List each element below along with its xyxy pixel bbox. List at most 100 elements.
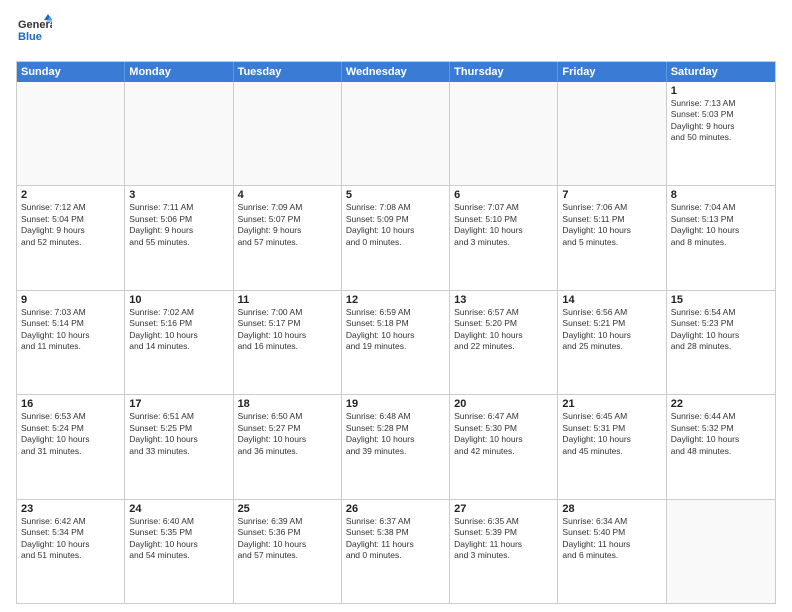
day-info: Sunrise: 6:42 AM Sunset: 5:34 PM Dayligh… — [21, 516, 120, 562]
day-info: Sunrise: 7:08 AM Sunset: 5:09 PM Dayligh… — [346, 202, 445, 248]
day-cell-19: 19Sunrise: 6:48 AM Sunset: 5:28 PM Dayli… — [342, 395, 450, 498]
day-number: 16 — [21, 398, 120, 410]
day-number: 20 — [454, 398, 553, 410]
day-info: Sunrise: 6:48 AM Sunset: 5:28 PM Dayligh… — [346, 411, 445, 457]
empty-cell — [125, 82, 233, 185]
day-info: Sunrise: 6:45 AM Sunset: 5:31 PM Dayligh… — [562, 411, 661, 457]
day-header-wednesday: Wednesday — [342, 62, 450, 82]
day-info: Sunrise: 6:47 AM Sunset: 5:30 PM Dayligh… — [454, 411, 553, 457]
calendar-header-row: SundayMondayTuesdayWednesdayThursdayFrid… — [17, 62, 775, 82]
day-info: Sunrise: 6:57 AM Sunset: 5:20 PM Dayligh… — [454, 307, 553, 353]
calendar-week-2: 2Sunrise: 7:12 AM Sunset: 5:04 PM Daylig… — [17, 186, 775, 290]
calendar-week-4: 16Sunrise: 6:53 AM Sunset: 5:24 PM Dayli… — [17, 395, 775, 499]
day-header-tuesday: Tuesday — [234, 62, 342, 82]
day-cell-10: 10Sunrise: 7:02 AM Sunset: 5:16 PM Dayli… — [125, 291, 233, 394]
day-cell-8: 8Sunrise: 7:04 AM Sunset: 5:13 PM Daylig… — [667, 186, 775, 289]
day-number: 25 — [238, 503, 337, 515]
day-number: 6 — [454, 189, 553, 201]
day-number: 22 — [671, 398, 771, 410]
day-header-monday: Monday — [125, 62, 233, 82]
day-header-friday: Friday — [558, 62, 666, 82]
day-cell-20: 20Sunrise: 6:47 AM Sunset: 5:30 PM Dayli… — [450, 395, 558, 498]
page: General Blue SundayMondayTuesdayWednesda… — [0, 0, 792, 612]
day-info: Sunrise: 7:04 AM Sunset: 5:13 PM Dayligh… — [671, 202, 771, 248]
day-cell-28: 28Sunrise: 6:34 AM Sunset: 5:40 PM Dayli… — [558, 500, 666, 603]
empty-cell — [342, 82, 450, 185]
svg-text:Blue: Blue — [18, 31, 42, 43]
day-cell-24: 24Sunrise: 6:40 AM Sunset: 5:35 PM Dayli… — [125, 500, 233, 603]
day-cell-9: 9Sunrise: 7:03 AM Sunset: 5:14 PM Daylig… — [17, 291, 125, 394]
day-info: Sunrise: 6:35 AM Sunset: 5:39 PM Dayligh… — [454, 516, 553, 562]
day-info: Sunrise: 6:40 AM Sunset: 5:35 PM Dayligh… — [129, 516, 228, 562]
day-number: 27 — [454, 503, 553, 515]
day-cell-18: 18Sunrise: 6:50 AM Sunset: 5:27 PM Dayli… — [234, 395, 342, 498]
day-number: 14 — [562, 294, 661, 306]
day-info: Sunrise: 6:51 AM Sunset: 5:25 PM Dayligh… — [129, 411, 228, 457]
day-info: Sunrise: 7:03 AM Sunset: 5:14 PM Dayligh… — [21, 307, 120, 353]
day-info: Sunrise: 6:54 AM Sunset: 5:23 PM Dayligh… — [671, 307, 771, 353]
day-info: Sunrise: 6:50 AM Sunset: 5:27 PM Dayligh… — [238, 411, 337, 457]
day-number: 1 — [671, 85, 771, 97]
day-info: Sunrise: 7:09 AM Sunset: 5:07 PM Dayligh… — [238, 202, 337, 248]
day-header-thursday: Thursday — [450, 62, 558, 82]
day-header-sunday: Sunday — [17, 62, 125, 82]
empty-cell — [234, 82, 342, 185]
day-number: 15 — [671, 294, 771, 306]
day-number: 17 — [129, 398, 228, 410]
day-cell-5: 5Sunrise: 7:08 AM Sunset: 5:09 PM Daylig… — [342, 186, 450, 289]
day-info: Sunrise: 6:59 AM Sunset: 5:18 PM Dayligh… — [346, 307, 445, 353]
day-number: 13 — [454, 294, 553, 306]
day-cell-3: 3Sunrise: 7:11 AM Sunset: 5:06 PM Daylig… — [125, 186, 233, 289]
day-cell-7: 7Sunrise: 7:06 AM Sunset: 5:11 PM Daylig… — [558, 186, 666, 289]
day-cell-2: 2Sunrise: 7:12 AM Sunset: 5:04 PM Daylig… — [17, 186, 125, 289]
calendar-week-1: 1Sunrise: 7:13 AM Sunset: 5:03 PM Daylig… — [17, 82, 775, 186]
logo-icon: General Blue — [16, 12, 52, 48]
day-number: 5 — [346, 189, 445, 201]
calendar-week-3: 9Sunrise: 7:03 AM Sunset: 5:14 PM Daylig… — [17, 291, 775, 395]
day-info: Sunrise: 6:53 AM Sunset: 5:24 PM Dayligh… — [21, 411, 120, 457]
day-number: 8 — [671, 189, 771, 201]
day-info: Sunrise: 6:37 AM Sunset: 5:38 PM Dayligh… — [346, 516, 445, 562]
day-info: Sunrise: 7:12 AM Sunset: 5:04 PM Dayligh… — [21, 202, 120, 248]
day-info: Sunrise: 7:00 AM Sunset: 5:17 PM Dayligh… — [238, 307, 337, 353]
day-info: Sunrise: 7:07 AM Sunset: 5:10 PM Dayligh… — [454, 202, 553, 248]
day-number: 2 — [21, 189, 120, 201]
day-number: 10 — [129, 294, 228, 306]
day-cell-23: 23Sunrise: 6:42 AM Sunset: 5:34 PM Dayli… — [17, 500, 125, 603]
day-info: Sunrise: 7:13 AM Sunset: 5:03 PM Dayligh… — [671, 98, 771, 144]
day-cell-4: 4Sunrise: 7:09 AM Sunset: 5:07 PM Daylig… — [234, 186, 342, 289]
day-number: 3 — [129, 189, 228, 201]
day-info: Sunrise: 6:34 AM Sunset: 5:40 PM Dayligh… — [562, 516, 661, 562]
day-number: 12 — [346, 294, 445, 306]
day-cell-22: 22Sunrise: 6:44 AM Sunset: 5:32 PM Dayli… — [667, 395, 775, 498]
day-cell-14: 14Sunrise: 6:56 AM Sunset: 5:21 PM Dayli… — [558, 291, 666, 394]
day-cell-11: 11Sunrise: 7:00 AM Sunset: 5:17 PM Dayli… — [234, 291, 342, 394]
day-number: 28 — [562, 503, 661, 515]
day-info: Sunrise: 6:56 AM Sunset: 5:21 PM Dayligh… — [562, 307, 661, 353]
day-number: 24 — [129, 503, 228, 515]
day-number: 9 — [21, 294, 120, 306]
empty-cell — [667, 500, 775, 603]
day-cell-6: 6Sunrise: 7:07 AM Sunset: 5:10 PM Daylig… — [450, 186, 558, 289]
day-cell-15: 15Sunrise: 6:54 AM Sunset: 5:23 PM Dayli… — [667, 291, 775, 394]
empty-cell — [450, 82, 558, 185]
day-number: 18 — [238, 398, 337, 410]
day-cell-17: 17Sunrise: 6:51 AM Sunset: 5:25 PM Dayli… — [125, 395, 233, 498]
day-info: Sunrise: 7:06 AM Sunset: 5:11 PM Dayligh… — [562, 202, 661, 248]
day-header-saturday: Saturday — [667, 62, 775, 82]
day-cell-21: 21Sunrise: 6:45 AM Sunset: 5:31 PM Dayli… — [558, 395, 666, 498]
day-cell-26: 26Sunrise: 6:37 AM Sunset: 5:38 PM Dayli… — [342, 500, 450, 603]
day-number: 26 — [346, 503, 445, 515]
header: General Blue — [16, 12, 776, 53]
calendar-body: 1Sunrise: 7:13 AM Sunset: 5:03 PM Daylig… — [17, 82, 775, 603]
day-info: Sunrise: 7:02 AM Sunset: 5:16 PM Dayligh… — [129, 307, 228, 353]
day-number: 21 — [562, 398, 661, 410]
day-cell-13: 13Sunrise: 6:57 AM Sunset: 5:20 PM Dayli… — [450, 291, 558, 394]
day-number: 19 — [346, 398, 445, 410]
day-number: 11 — [238, 294, 337, 306]
calendar: SundayMondayTuesdayWednesdayThursdayFrid… — [16, 61, 776, 604]
day-cell-1: 1Sunrise: 7:13 AM Sunset: 5:03 PM Daylig… — [667, 82, 775, 185]
calendar-week-5: 23Sunrise: 6:42 AM Sunset: 5:34 PM Dayli… — [17, 500, 775, 603]
day-cell-25: 25Sunrise: 6:39 AM Sunset: 5:36 PM Dayli… — [234, 500, 342, 603]
logo: General Blue — [16, 12, 52, 53]
